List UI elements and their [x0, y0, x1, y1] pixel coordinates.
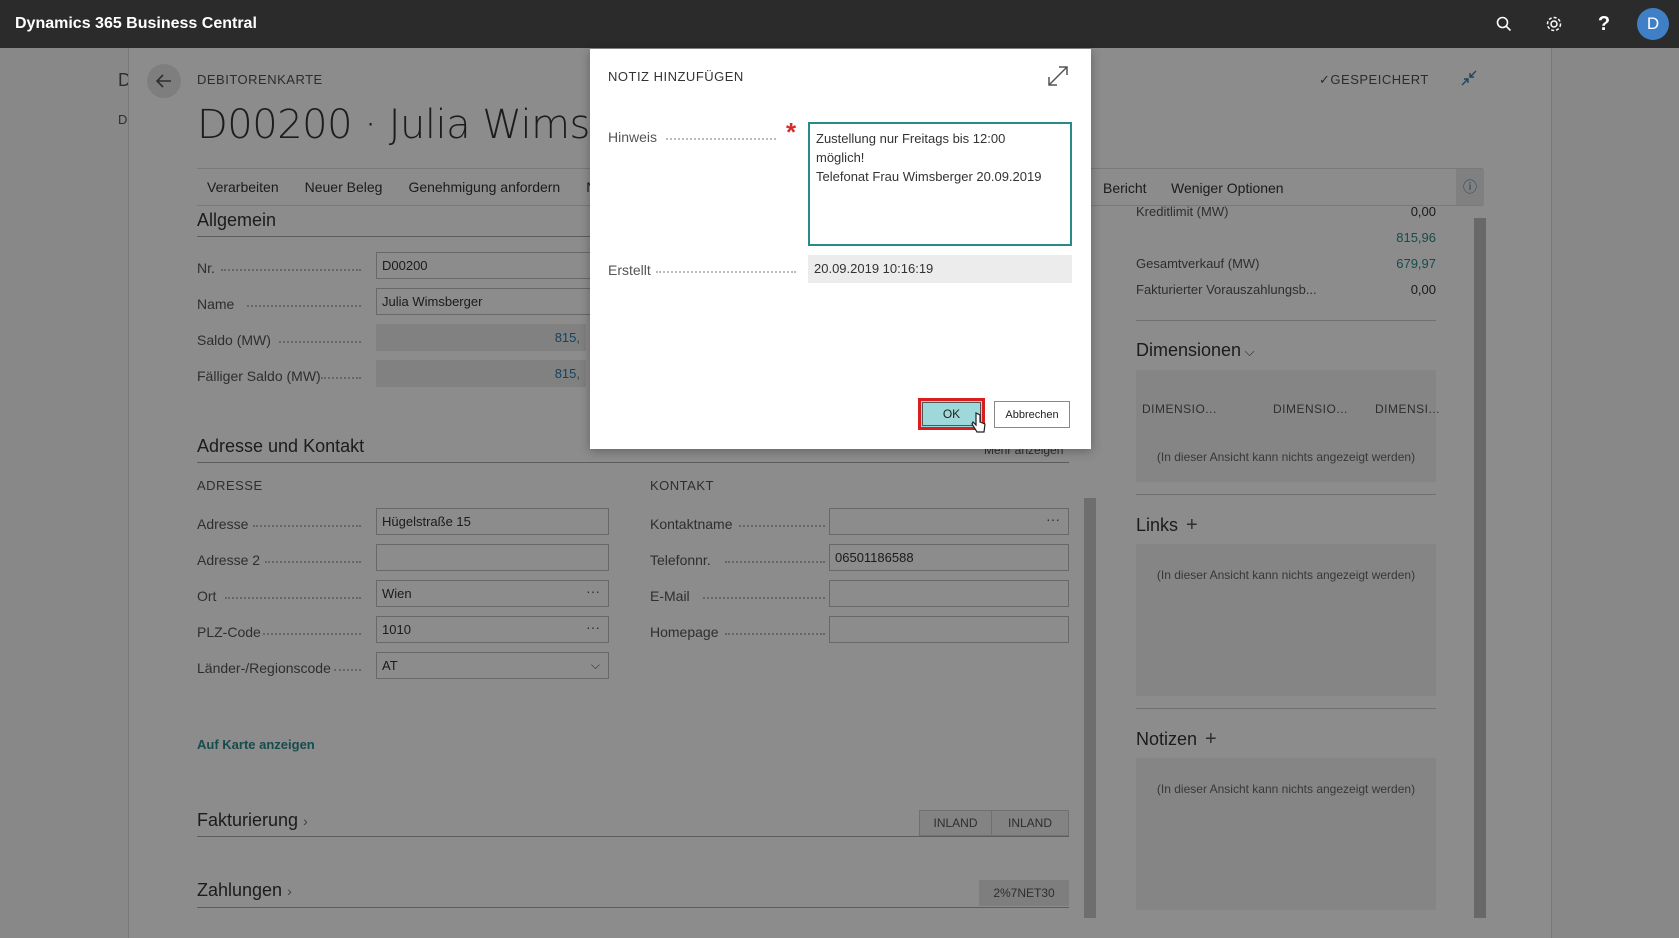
avatar[interactable]: D [1637, 8, 1669, 40]
leader-dots [656, 271, 796, 273]
created-field: 20.09.2019 10:16:19 [808, 255, 1072, 283]
help-icon[interactable]: ? [1579, 0, 1629, 48]
cancel-button[interactable]: Abbrechen [994, 401, 1070, 428]
app-title: Dynamics 365 Business Central [15, 15, 257, 32]
leader-dots [666, 138, 776, 140]
search-icon[interactable] [1479, 0, 1529, 48]
required-asterisk-icon: * [786, 117, 797, 147]
note-textarea[interactable]: Zustellung nur Freitags bis 12:00 möglic… [808, 122, 1072, 246]
mouse-pointer-icon [971, 412, 987, 439]
created-label: Erstellt [608, 262, 651, 278]
add-note-dialog: NOTIZ HINZUFÜGEN Hinweis * Zustellung nu… [590, 49, 1091, 449]
top-bar: Dynamics 365 Business Central ? D [0, 0, 1679, 48]
dialog-title: NOTIZ HINZUFÜGEN [608, 69, 744, 84]
gear-icon[interactable] [1529, 0, 1579, 48]
top-bar-icons: ? D [1479, 0, 1669, 48]
expand-icon[interactable] [1047, 65, 1069, 93]
note-label: Hinweis [608, 129, 658, 145]
